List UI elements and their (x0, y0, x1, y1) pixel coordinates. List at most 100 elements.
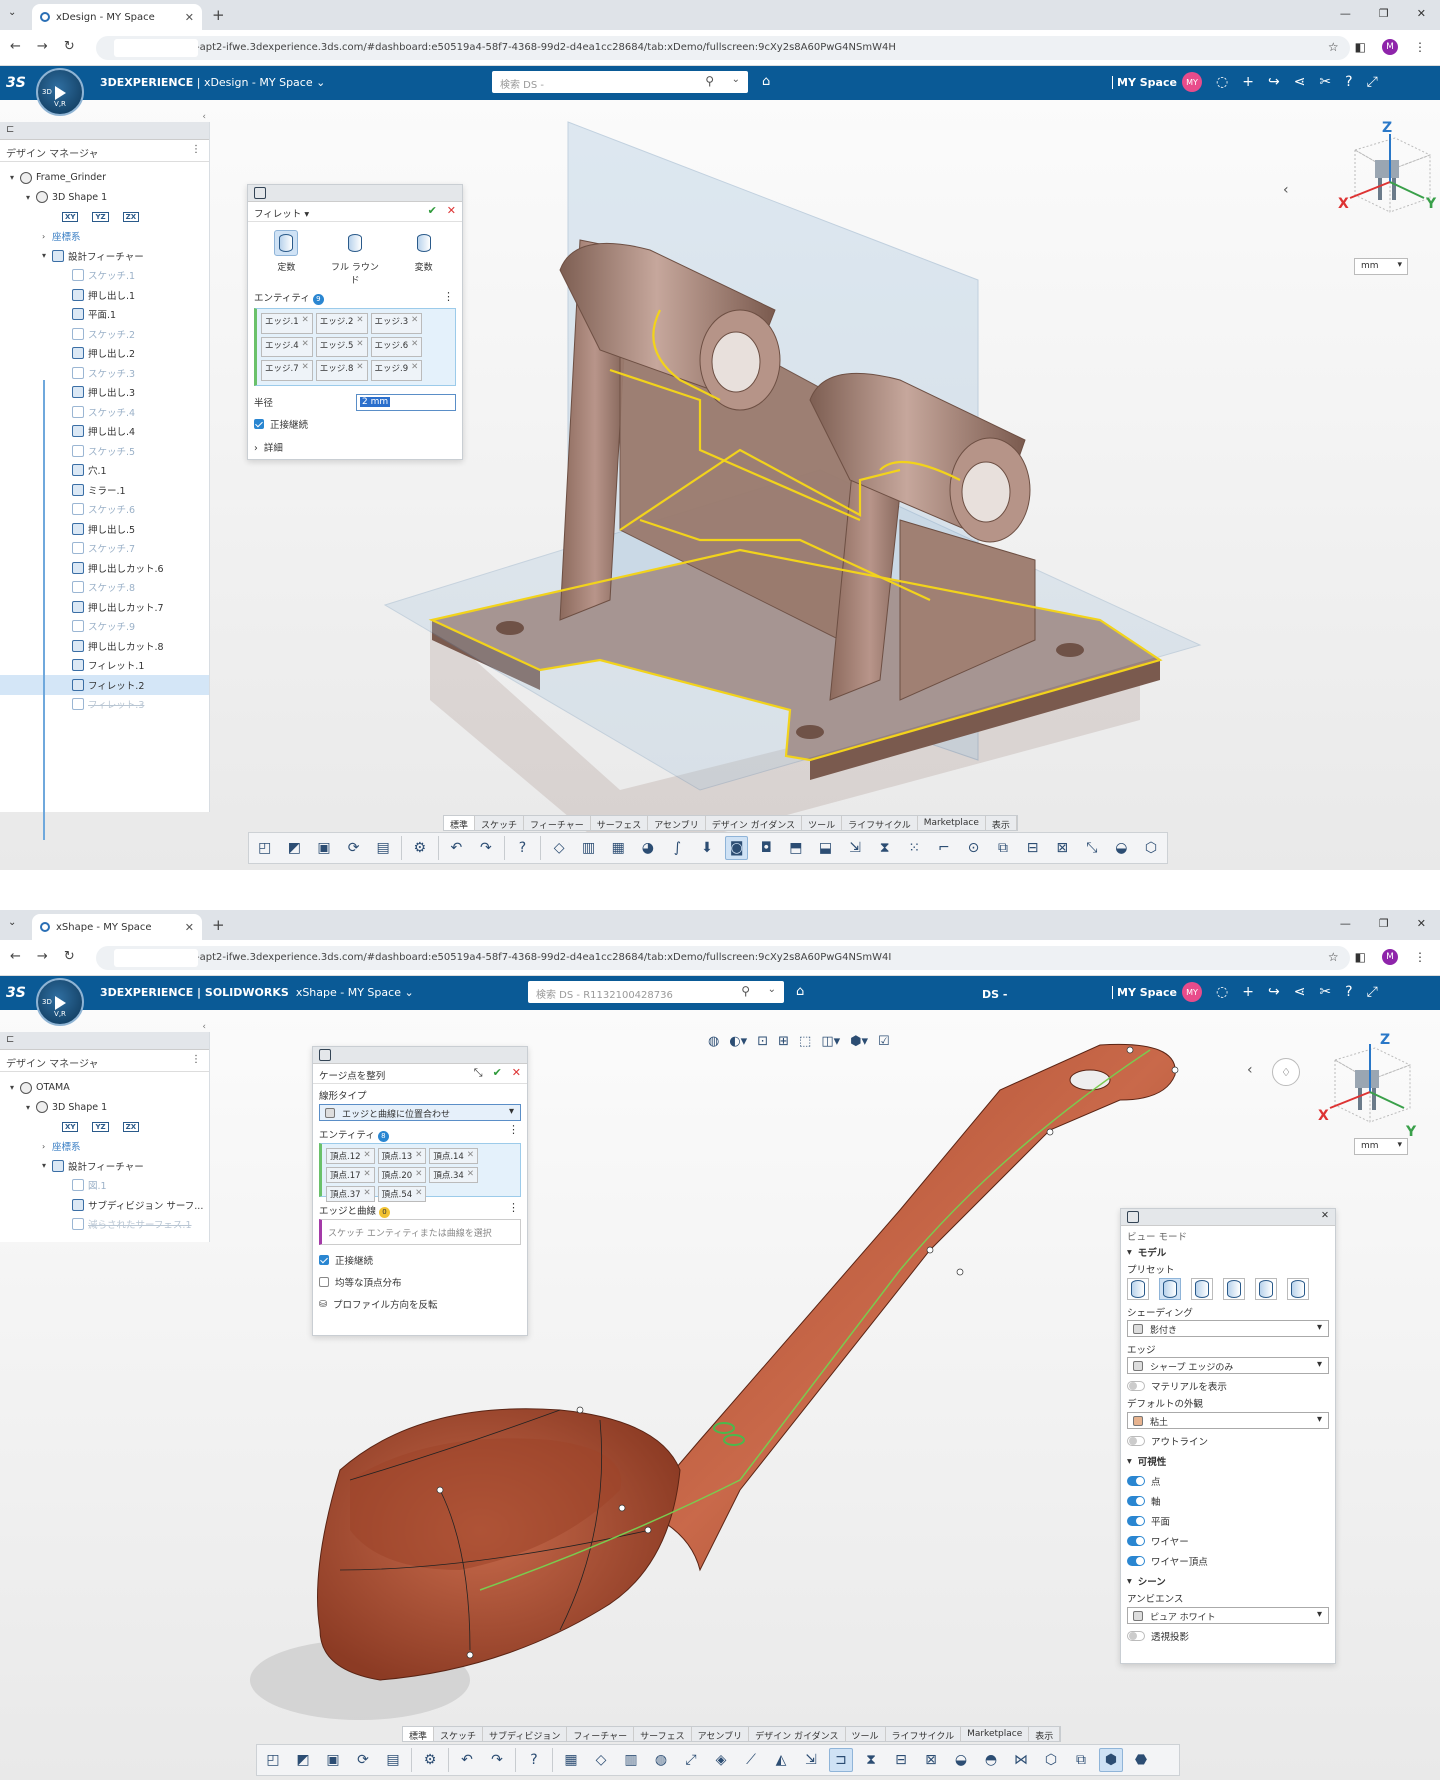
tree-feature-item[interactable]: スケッチ.9 (0, 617, 209, 637)
refresh-icon[interactable]: ⟳ (342, 836, 366, 860)
tree-menu-icon[interactable]: ⋮ (191, 1054, 201, 1065)
view-mode-icon[interactable]: ⬢ (1099, 1748, 1123, 1772)
type-constant[interactable]: 定数 (258, 230, 314, 286)
3d-viewport[interactable]: ‹ Z X Y mm (0, 100, 1440, 870)
tab-search-icon[interactable]: ⌄ (8, 917, 16, 928)
tree-feature-item[interactable]: スケッチ.5 (0, 441, 209, 461)
tangent-checkbox[interactable]: 正接継続 (313, 1249, 527, 1271)
remove-entity-icon[interactable]: ✕ (467, 1169, 474, 1181)
browser-tab[interactable]: xShape - MY Space ✕ (32, 914, 202, 940)
tree-feature-item[interactable]: 押し出しカット.6 (0, 558, 209, 578)
close-tab-icon[interactable]: ✕ (185, 11, 194, 24)
plane-icon[interactable]: ▦ (606, 836, 630, 860)
checkbox-checked-icon[interactable] (319, 1255, 329, 1265)
ambience-select[interactable]: ピュア ホワイト (1127, 1607, 1329, 1624)
visibility-toggle[interactable] (1127, 1496, 1145, 1506)
tree-feature-item[interactable]: 押し出し.1 (0, 285, 209, 305)
bookmark-star-icon[interactable]: ☆ (1328, 40, 1339, 54)
plane-zx[interactable]: ZX (122, 211, 140, 222)
thicken-icon[interactable]: ◒ (1110, 836, 1134, 860)
reload-icon[interactable]: ↻ (64, 39, 75, 54)
split-icon[interactable]: ⊟ (889, 1748, 913, 1772)
entity-chip[interactable]: 頂点.14 ✕ (429, 1148, 478, 1164)
remove-entity-icon[interactable]: ✕ (356, 315, 363, 332)
bracket-model[interactable] (0, 100, 1440, 870)
new-icon[interactable]: ◰ (261, 1748, 285, 1772)
entity-chip[interactable]: エッジ.7 ✕ (261, 360, 313, 381)
preset-hidden-lines-icon[interactable] (1191, 1278, 1213, 1300)
toolbar-tab[interactable]: アセンブリ (692, 1727, 750, 1742)
collapsed-icon[interactable]: › (42, 1142, 52, 1151)
tools-icon[interactable]: ✂ (1319, 74, 1331, 90)
draft-icon[interactable]: ⬓ (814, 836, 838, 860)
plane-yz[interactable]: YZ (92, 211, 109, 222)
display-icon[interactable]: ⬢▾ (850, 1034, 868, 1049)
remove-entity-icon[interactable]: ✕ (302, 339, 309, 356)
tree-feature-item[interactable]: 穴.1 (0, 461, 209, 481)
remove-entity-icon[interactable]: ✕ (364, 1188, 371, 1200)
entity-chip[interactable]: 頂点.20 ✕ (377, 1167, 427, 1183)
tree-feature-item[interactable]: サブディビジョン サーフ... (0, 1195, 209, 1215)
ds-logo-icon[interactable]: 3S (6, 75, 26, 91)
tree-feature-item[interactable]: 押し出しカット.7 (0, 597, 209, 617)
share-icon[interactable]: ↪ (1268, 74, 1280, 90)
remove-entity-icon[interactable]: ✕ (411, 315, 418, 332)
expand-icon[interactable]: ▾ (26, 193, 36, 202)
restore-icon[interactable]: ❐ (1379, 7, 1389, 20)
pattern-icon[interactable]: ⁙ (902, 836, 926, 860)
help-icon[interactable]: ? (511, 836, 535, 860)
search-dropdown-icon[interactable]: ⌄ (768, 984, 776, 995)
app-title[interactable]: 3DEXPERIENCE | xDesign - MY Space ⌄ (100, 76, 325, 89)
entity-chip[interactable]: エッジ.5 ✕ (315, 336, 368, 358)
toolbar-tab[interactable]: サーフェス (591, 816, 649, 831)
tree-feature-item[interactable]: 押し出し.2 (0, 344, 209, 364)
help-icon[interactable]: ? (1345, 74, 1352, 90)
preset-wire-icon[interactable] (1223, 1278, 1245, 1300)
tree-feature-item[interactable]: スケッチ.6 (0, 500, 209, 520)
remove-entity-icon[interactable]: ✕ (415, 1188, 422, 1200)
toolbar-tab[interactable]: アセンブリ (648, 816, 706, 831)
new-icon[interactable]: ◰ (253, 836, 277, 860)
subd-sphere-icon[interactable]: ◍ (649, 1748, 673, 1772)
toolbar-tab[interactable]: スケッチ (475, 816, 525, 831)
entity-chip[interactable]: エッジ.3 ✕ (370, 313, 423, 334)
cancel-icon[interactable]: ✕ (512, 1066, 521, 1080)
entities-list[interactable]: エッジ.1 ✕ エッジ.2 ✕ エッジ.3 ✕ エッジ.4 ✕ エッジ.5 ✕ エッジ.6 ✕ エッジ.… (254, 308, 456, 386)
reverse-button[interactable]: ⛁ プロファイル方向を反転 (313, 1293, 527, 1315)
bookmark-star-icon[interactable]: ☆ (1328, 950, 1339, 964)
fill-icon[interactable]: ◭ (769, 1748, 793, 1772)
expand-icon[interactable]: ▾ (42, 251, 52, 260)
visibility-toggle[interactable] (1127, 1536, 1145, 1546)
close-tab-icon[interactable]: ✕ (185, 921, 194, 934)
tree-feature-item[interactable]: スケッチ.8 (0, 578, 209, 598)
toolbar-tab[interactable]: ライフサイクル (886, 1727, 962, 1742)
tree-menu-icon[interactable]: ⋮ (191, 144, 201, 155)
bridge-icon[interactable]: ◈ (709, 1748, 733, 1772)
fullscreen-icon[interactable]: ⤢ (1367, 984, 1378, 1000)
toolbar-tab[interactable]: フィーチャー (524, 816, 591, 831)
ds-logo-icon[interactable]: 3S (6, 985, 26, 1001)
preset-shaded-icon[interactable] (1127, 1278, 1149, 1300)
extend-icon[interactable]: ⤢ (679, 1748, 703, 1772)
tree-feature-item[interactable]: スケッチ.3 (0, 363, 209, 383)
move-icon[interactable]: ⇲ (843, 836, 867, 860)
plane-xy[interactable]: XY (62, 211, 79, 222)
tree-header-icon[interactable]: ⊏ (0, 1032, 209, 1050)
ok-icon[interactable]: ✔ (493, 1066, 502, 1080)
type-full-round[interactable]: フル ラウンド (327, 230, 383, 286)
profile-avatar[interactable]: M (1382, 39, 1398, 55)
back-icon[interactable]: ← (10, 39, 21, 54)
search-input[interactable]: 検索 DS - R1132100428736 ⚲ ⌄ (528, 981, 784, 1003)
toolbar-tab[interactable]: ツール (802, 816, 843, 831)
edge-select[interactable]: シャープ エッジのみ (1127, 1357, 1329, 1374)
cut-icon[interactable]: ⬇ (695, 836, 719, 860)
search-icon[interactable]: ⚲ (741, 984, 750, 998)
chat-icon[interactable]: ◌ (1216, 74, 1228, 90)
tools-icon[interactable]: ✂ (1319, 984, 1331, 1000)
material-toggle[interactable] (1127, 1381, 1145, 1391)
entity-chip[interactable]: 頂点.34 ✕ (429, 1167, 478, 1183)
toolbar-tab[interactable]: 標準 (403, 1727, 435, 1742)
share-icon[interactable]: ↪ (1268, 984, 1280, 1000)
tree-features[interactable]: ▾ 設計フィーチャー (0, 1156, 209, 1176)
fullscreen-icon[interactable]: ⤢ (1367, 74, 1378, 90)
